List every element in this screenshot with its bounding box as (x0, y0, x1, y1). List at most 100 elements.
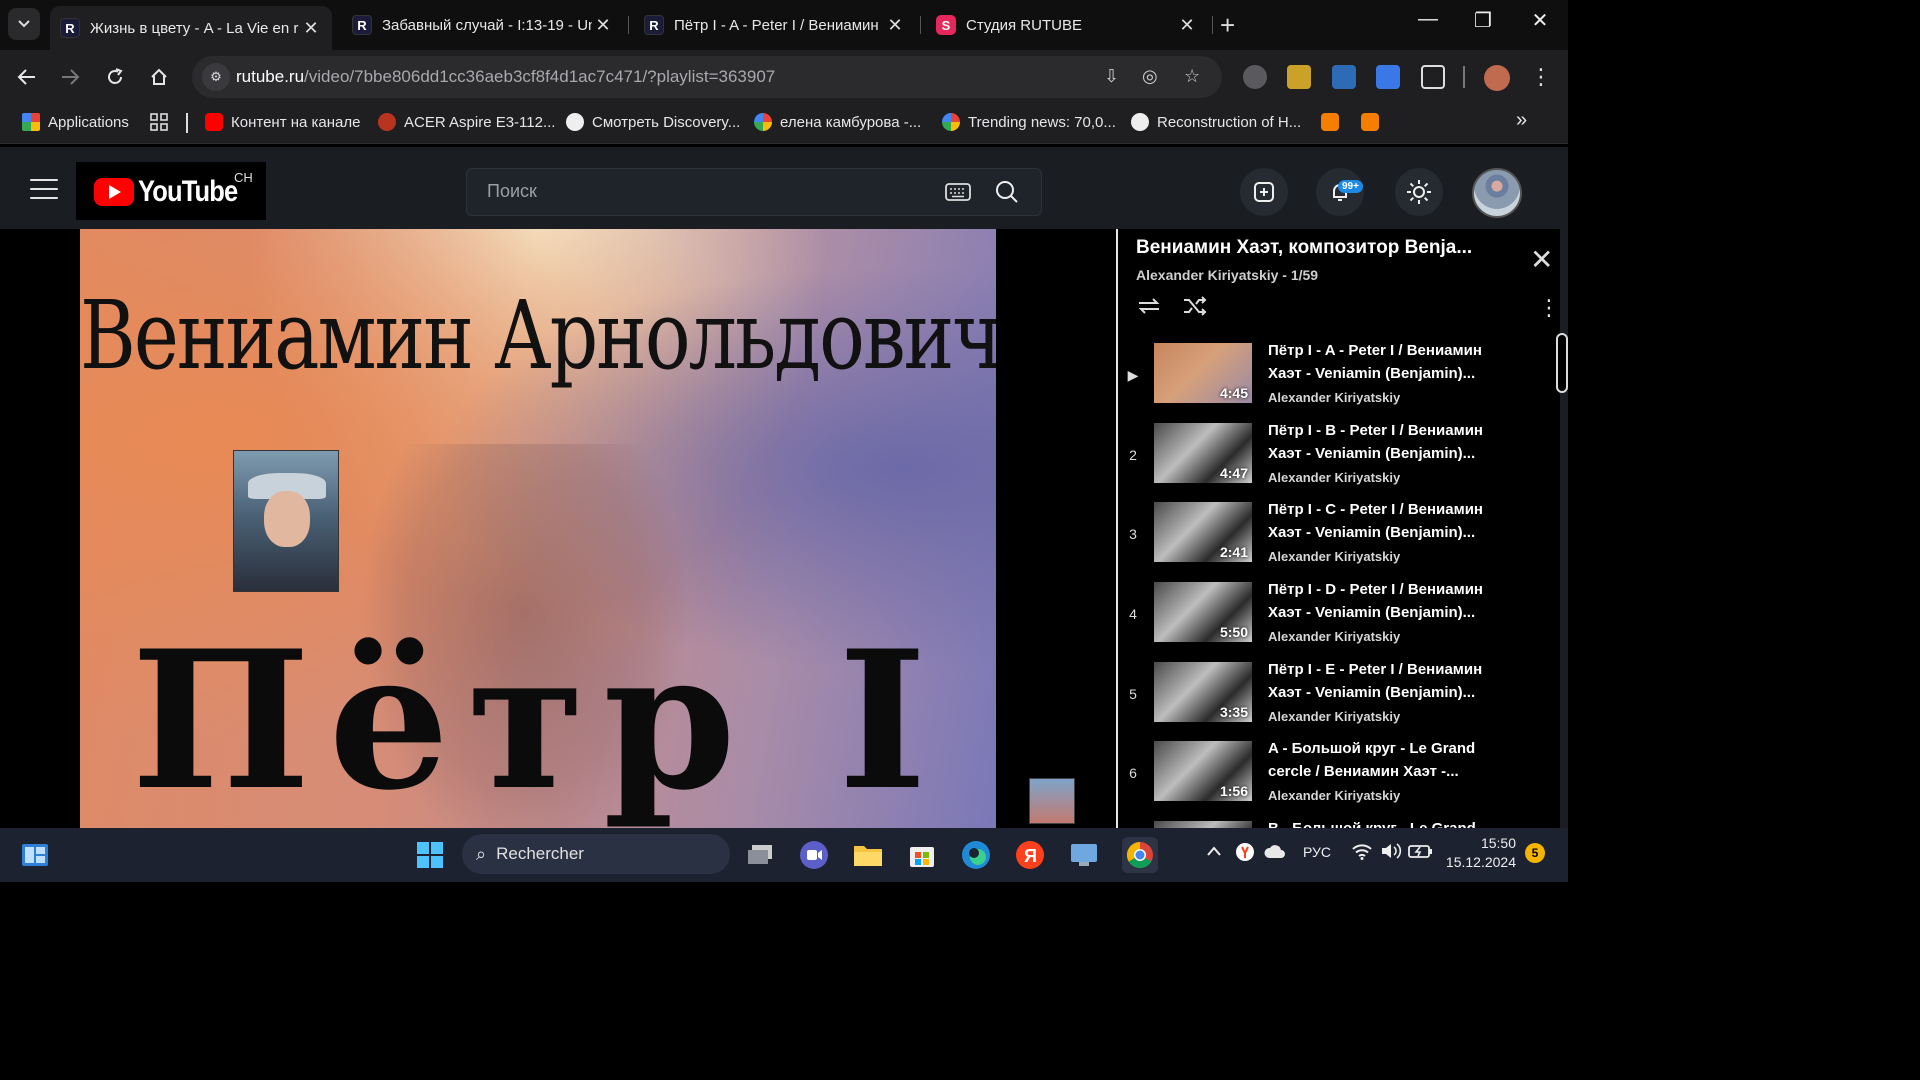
tab-close-icon[interactable]: ✕ (884, 15, 906, 36)
widgets-icon[interactable] (19, 839, 51, 871)
tab-groups-grid-icon[interactable] (150, 113, 168, 131)
bookmark-acer[interactable]: ACER Aspire E3-112... (378, 113, 555, 131)
video-thumbnail[interactable]: 4:45 (1154, 343, 1252, 403)
playlist-item[interactable]: 3 2:41 Пётр I - C - Peter I / Вениамин Х… (1118, 498, 1558, 576)
bookmark-kamburova[interactable]: елена камбурова -... (754, 113, 921, 131)
item-author[interactable]: Alexander Kiriyatskiy (1268, 390, 1400, 405)
address-bar[interactable]: ⚙ rutube.ru/video/7bbe806dd1cc36aeb3cf8f… (192, 56, 1222, 98)
extensions-puzzle-icon[interactable] (1421, 65, 1445, 89)
file-explorer-icon[interactable] (852, 839, 884, 871)
shuffle-icon[interactable] (1182, 295, 1208, 323)
bookmark-discovery[interactable]: Смотреть Discovery... (566, 113, 740, 131)
browser-tab-2[interactable]: R Забавный случай - I:13-19 - Un ✕ (342, 6, 624, 44)
playlist-scrollbar-thumb[interactable] (1556, 333, 1568, 393)
url-text[interactable]: rutube.ru/video/7bbe806dd1cc36aeb3cf8f4d… (236, 67, 775, 87)
channel-thumbnail-image[interactable] (1029, 778, 1075, 824)
video-thumbnail[interactable]: 4:47 (1154, 423, 1252, 483)
keyboard-icon[interactable] (945, 182, 971, 207)
tab-close-icon[interactable]: ✕ (1176, 15, 1198, 36)
video-frame[interactable]: Вениамин Арнольдович Хаэт Пётр I (80, 229, 996, 828)
google-translate-icon[interactable] (1376, 65, 1400, 89)
item-author[interactable]: Alexander Kiriyatskiy (1268, 470, 1400, 485)
eye-slash-icon[interactable]: ◎ (1142, 66, 1158, 87)
search-input[interactable] (487, 181, 927, 202)
item-title[interactable]: A - Большой круг - Le Grand cercle / Вен… (1268, 737, 1498, 783)
playlist-close-icon[interactable]: ✕ (1530, 243, 1553, 276)
yandex-tray-icon[interactable] (1235, 842, 1255, 865)
item-title[interactable]: B - Большой круг - Le Grand (1268, 817, 1498, 828)
browser-tab-4[interactable]: S Студия RUTUBE ✕ (926, 6, 1208, 44)
search-icon[interactable] (995, 180, 1019, 209)
back-arrow-icon[interactable] (13, 63, 41, 91)
bookmark-applications[interactable]: Applications (22, 113, 129, 131)
cloud-icon[interactable] (1263, 842, 1287, 865)
theme-sun-icon[interactable] (1395, 168, 1443, 216)
playlist-more-icon[interactable]: ⋮ (1538, 295, 1560, 321)
video-player[interactable]: Вениамин Арнольдович Хаэт Пётр I (0, 229, 1116, 828)
video-thumbnail[interactable]: 5:50 (1154, 582, 1252, 642)
item-author[interactable]: Alexander Kiriyatskiy (1268, 629, 1400, 644)
item-title[interactable]: Пётр I - D - Peter I / Вениамин Хаэт - V… (1268, 578, 1498, 624)
playlist-item[interactable]: 2 4:47 Пётр I - B - Peter I / Вениамин Х… (1118, 419, 1558, 497)
playlist-item[interactable]: 6 1:56 A - Большой круг - Le Grand cercl… (1118, 737, 1558, 815)
item-title[interactable]: Пётр I - E - Peter I / Вениамин Хаэт - V… (1268, 658, 1498, 704)
page-scrollbar[interactable] (1560, 147, 1568, 828)
video-thumbnail[interactable]: 1:56 (1154, 741, 1252, 801)
site-info-icon[interactable]: ⚙ (202, 63, 230, 91)
home-icon[interactable] (145, 63, 173, 91)
taskbar-clock[interactable]: 15:50 15.12.2024 (1446, 834, 1516, 872)
playlist-item[interactable]: 7 B - Большой круг - Le Grand (1118, 817, 1558, 828)
teams-meet-icon[interactable] (798, 839, 830, 871)
network-app-icon[interactable] (1068, 839, 1100, 871)
item-title[interactable]: Пётр I - C - Peter I / Вениамин Хаэт - V… (1268, 498, 1498, 544)
profile-avatar-icon[interactable] (1484, 65, 1510, 91)
repeat-icon[interactable] (1136, 295, 1162, 323)
bookmark-star-icon[interactable]: ☆ (1184, 66, 1200, 87)
bookmark-channel-content[interactable]: Контент на канале (205, 113, 360, 131)
tab-close-icon[interactable]: ✕ (300, 18, 322, 39)
tray-overflow-chevron-icon[interactable] (1206, 844, 1222, 860)
forward-arrow-icon[interactable] (56, 63, 84, 91)
extension-shield-icon[interactable] (1243, 65, 1267, 89)
new-tab-plus-icon[interactable]: + (1220, 10, 1235, 41)
tab-search-button[interactable] (8, 8, 40, 40)
site-logo[interactable]: YouTube CH (76, 162, 266, 220)
playlist-item[interactable]: 4 5:50 Пётр I - D - Peter I / Вениамин Х… (1118, 578, 1558, 656)
bookmark-blogger-2[interactable] (1361, 113, 1387, 131)
extension-drink-icon[interactable] (1287, 65, 1311, 89)
battery-charging-icon[interactable] (1408, 842, 1434, 863)
playlist-title[interactable]: Вениамин Хаэт, композитор Benja... (1136, 237, 1506, 259)
windows-start-icon[interactable] (414, 839, 446, 871)
playlist-item[interactable]: ▶ 4:45 Пётр I - A - Peter I / Вениамин Х… (1118, 339, 1558, 417)
keyboard-language[interactable]: РУС (1303, 844, 1331, 860)
item-author[interactable]: Alexander Kiriyatskiy (1268, 709, 1400, 724)
microsoft-store-icon[interactable] (906, 839, 938, 871)
task-view-icon[interactable] (744, 839, 776, 871)
chrome-browser-icon[interactable] (1122, 837, 1158, 873)
edge-browser-icon[interactable] (960, 839, 992, 871)
bookmark-trending-news[interactable]: Trending news: 70,0... (942, 113, 1116, 131)
video-thumbnail[interactable]: 3:35 (1154, 662, 1252, 722)
item-title[interactable]: Пётр I - A - Peter I / Вениамин Хаэт - V… (1268, 339, 1498, 385)
playlist-item[interactable]: 5 3:35 Пётр I - E - Peter I / Вениамин Х… (1118, 658, 1558, 736)
user-avatar[interactable] (1472, 168, 1522, 218)
item-author[interactable]: Alexander Kiriyatskiy (1268, 549, 1400, 564)
reload-icon[interactable] (101, 63, 129, 91)
volume-icon[interactable] (1380, 842, 1402, 863)
taskbar-search[interactable]: ⌕ Rechercher (462, 834, 730, 874)
wifi-icon[interactable] (1351, 842, 1373, 863)
bookmark-blogger-1[interactable] (1321, 113, 1347, 131)
browser-tab-1[interactable]: R Жизнь в цвету - A - La Vie en r ✕ (50, 6, 332, 50)
notification-count-badge[interactable]: 5 (1525, 843, 1545, 863)
item-author[interactable]: Alexander Kiriyatskiy (1268, 788, 1400, 803)
yandex-browser-icon[interactable]: Я (1014, 839, 1046, 871)
video-thumbnail[interactable] (1154, 821, 1252, 828)
hamburger-menu-icon[interactable] (30, 179, 58, 199)
video-thumbnail[interactable]: 2:41 (1154, 502, 1252, 562)
browser-tab-3[interactable]: R Пётр I - A - Peter I / Вениамин ✕ (634, 6, 916, 44)
browser-menu-icon[interactable]: ⋮ (1527, 63, 1555, 91)
more-bookmarks-chevron-icon[interactable]: » (1516, 109, 1527, 132)
upload-plus-icon[interactable] (1240, 168, 1288, 216)
bookmark-reconstruction[interactable]: Reconstruction of H... (1131, 113, 1301, 131)
item-title[interactable]: Пётр I - B - Peter I / Вениамин Хаэт - V… (1268, 419, 1498, 465)
